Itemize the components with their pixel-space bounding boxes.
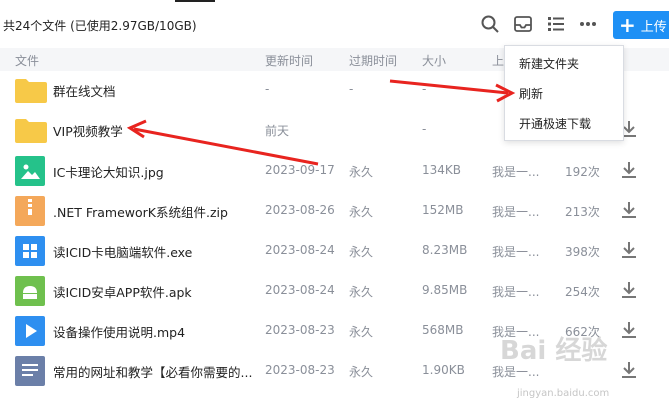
watermark-logo: Bai 经验 [500, 336, 608, 366]
watermark-url: jingyan.baidu.com [517, 388, 610, 399]
